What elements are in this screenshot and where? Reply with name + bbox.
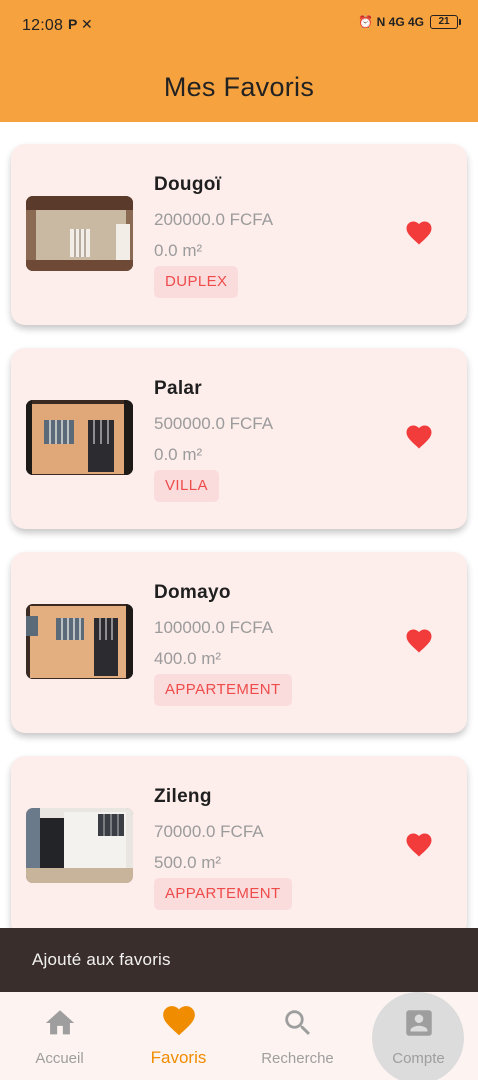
- property-type-badge: APPARTEMENT: [154, 674, 292, 706]
- property-card[interactable]: Dougoï 200000.0 FCFA 0.0 m² DUPLEX: [11, 144, 467, 325]
- nav-item-accueil[interactable]: Accueil: [0, 992, 119, 1080]
- account-icon: [405, 1010, 432, 1036]
- app-bar: Mes Favoris: [0, 52, 478, 122]
- house-facade-photo-icon: [26, 604, 133, 679]
- snackbar: Ajouté aux favoris: [0, 928, 478, 992]
- property-price: 500000.0 FCFA: [154, 414, 274, 433]
- property-price: 70000.0 FCFA: [154, 822, 264, 841]
- property-card[interactable]: Zileng 70000.0 FCFA 500.0 m² APPARTEMENT: [11, 756, 467, 937]
- heart-icon[interactable]: [404, 424, 434, 452]
- search-icon: [284, 1010, 310, 1036]
- nav-label: Compte: [392, 1050, 445, 1067]
- nav-item-recherche[interactable]: Recherche: [238, 992, 357, 1080]
- battery-icon: 21: [430, 15, 461, 29]
- property-area: 500.0 m²: [154, 853, 222, 872]
- nav-label: Recherche: [261, 1050, 334, 1067]
- signal-icons: ⏰ N 4G 4G: [358, 15, 424, 29]
- property-name: Palar: [154, 378, 202, 399]
- property-thumbnail: [26, 604, 133, 679]
- property-area: 0.0 m²: [154, 445, 203, 464]
- property-name: Dougoï: [154, 174, 222, 195]
- property-type-badge: APPARTEMENT: [154, 878, 292, 910]
- courtyard-photo-icon: [26, 808, 133, 883]
- heart-icon[interactable]: [404, 628, 434, 656]
- page-title: Mes Favoris: [163, 71, 315, 102]
- favorites-list[interactable]: Dougoï 200000.0 FCFA 0.0 m² DUPLEX Palar…: [0, 122, 478, 992]
- property-thumbnail: [26, 808, 133, 883]
- house-facade-photo-icon: [26, 400, 133, 475]
- property-type-badge: DUPLEX: [154, 266, 239, 298]
- heart-icon[interactable]: [404, 220, 434, 248]
- notification-icons: P ✕: [68, 16, 93, 32]
- nav-item-compte[interactable]: Compte: [359, 992, 478, 1080]
- property-name: Domayo: [154, 582, 231, 603]
- property-card[interactable]: Palar 500000.0 FCFA 0.0 m² VILLA: [11, 348, 467, 529]
- snackbar-message: Ajouté aux favoris: [32, 950, 171, 969]
- nav-label: Favoris: [150, 1048, 207, 1067]
- property-thumbnail: [26, 400, 133, 475]
- nav-item-favoris[interactable]: Favoris: [119, 992, 238, 1080]
- property-price: 100000.0 FCFA: [154, 618, 274, 637]
- property-card[interactable]: Domayo 100000.0 FCFA 400.0 m² APPARTEMEN…: [11, 552, 467, 733]
- heart-icon: [162, 1006, 195, 1036]
- property-name: Zileng: [154, 786, 212, 807]
- property-type-badge: VILLA: [154, 470, 219, 502]
- heart-icon[interactable]: [404, 832, 434, 860]
- status-time: 12:08: [22, 17, 64, 34]
- property-area: 0.0 m²: [154, 241, 203, 260]
- home-icon: [45, 1010, 74, 1035]
- room-interior-photo-icon: [26, 196, 133, 271]
- nav-label: Accueil: [35, 1050, 84, 1067]
- system-icons: ⏰ N 4G 4G 21: [358, 15, 461, 29]
- property-thumbnail: [26, 196, 133, 271]
- property-price: 200000.0 FCFA: [154, 210, 274, 229]
- bottom-nav: Accueil Favoris Recherche Compte: [0, 992, 478, 1080]
- status-bar: 12:08 P ✕ ⏰ N 4G 4G 21: [0, 0, 478, 52]
- property-area: 400.0 m²: [154, 649, 222, 668]
